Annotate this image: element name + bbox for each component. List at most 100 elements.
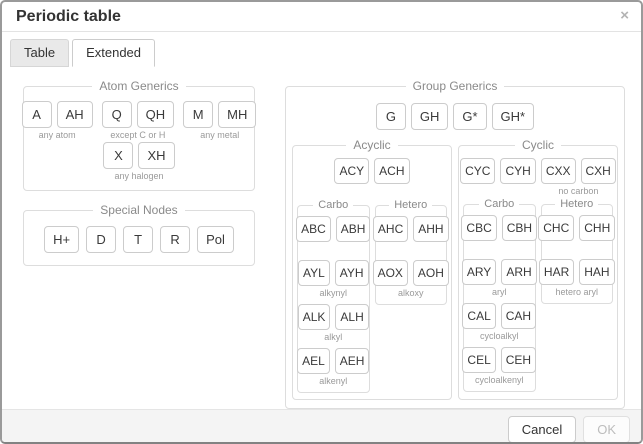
- button-caption: cycloalkyl: [480, 331, 519, 342]
- acyclic-fieldset: Acyclic ACY ACH Carbo ABC: [292, 138, 452, 400]
- btn-acy[interactable]: ACY: [334, 158, 369, 184]
- btn-chc[interactable]: CHC: [538, 215, 574, 241]
- periodic-table-dialog: Periodic table × Table Extended Atom Gen…: [0, 0, 643, 444]
- btn-ah[interactable]: AH: [57, 101, 93, 128]
- button-caption: any atom: [39, 130, 76, 141]
- cyclic-fieldset: Cyclic CYC CYH CXX: [458, 138, 618, 400]
- any-metal-group: M MH any metal: [183, 101, 256, 141]
- dialog-title: Periodic table: [16, 8, 121, 25]
- any-halogen-group: X XH any halogen: [103, 142, 174, 182]
- btn-har[interactable]: HAR: [539, 259, 574, 285]
- cyclic-legend: Cyclic: [515, 138, 561, 152]
- cancel-button[interactable]: Cancel: [508, 416, 576, 443]
- btn-ahc[interactable]: AHC: [373, 216, 408, 242]
- dialog-content: Atom Generics A AH any atom Q QH: [2, 67, 641, 409]
- btn-d[interactable]: D: [86, 226, 116, 253]
- btn-xh[interactable]: XH: [138, 142, 174, 169]
- btn-arh[interactable]: ARH: [501, 259, 536, 285]
- right-column: Group Generics G GH G* GH* Acyclic ACY A…: [285, 79, 625, 409]
- btn-cyc[interactable]: CYC: [460, 158, 495, 184]
- button-caption: alkyl: [324, 332, 342, 343]
- btn-cah[interactable]: CAH: [501, 303, 536, 329]
- btn-aox[interactable]: AOX: [373, 260, 408, 286]
- acyclic-hetero-legend: Hetero: [389, 199, 432, 211]
- close-icon[interactable]: ×: [620, 8, 629, 23]
- dialog-header: Periodic table ×: [2, 2, 641, 32]
- cyclic-hetero-fieldset: Hetero CHC CHH: [541, 198, 614, 304]
- acyclic-hetero-fieldset: Hetero AHC AHH: [375, 199, 448, 305]
- btn-t[interactable]: T: [123, 226, 153, 253]
- btn-ayl[interactable]: AYL: [298, 260, 330, 286]
- button-row: AEL AEH alkenyl: [301, 348, 366, 387]
- btn-g-star[interactable]: G*: [453, 103, 486, 130]
- group-generics-legend: Group Generics: [406, 79, 505, 93]
- special-nodes-legend: Special Nodes: [93, 203, 184, 217]
- btn-cxh[interactable]: CXH: [581, 158, 616, 184]
- btn-ceh[interactable]: CEH: [501, 347, 536, 373]
- acyclic-subcolumns: Carbo ABC ABH: [297, 199, 447, 393]
- btn-hah[interactable]: HAH: [579, 259, 614, 285]
- btn-h-plus[interactable]: H+: [44, 226, 79, 253]
- cyclic-carbo-legend: Carbo: [479, 198, 519, 210]
- button-caption: any metal: [200, 130, 239, 141]
- button-caption: no carbon: [558, 186, 598, 197]
- btn-gh[interactable]: GH: [411, 103, 449, 130]
- btn-gh-star[interactable]: GH*: [492, 103, 535, 130]
- btn-cel[interactable]: CEL: [462, 347, 495, 373]
- btn-chh[interactable]: CHH: [579, 215, 615, 241]
- btn-cbh[interactable]: CBH: [502, 215, 537, 241]
- ok-button[interactable]: OK: [583, 416, 630, 443]
- btn-m[interactable]: M: [183, 101, 213, 128]
- acyclic-top-row: ACY ACH: [297, 158, 447, 184]
- btn-aoh[interactable]: AOH: [413, 260, 449, 286]
- btn-cxx[interactable]: CXX: [541, 158, 576, 184]
- btn-pol[interactable]: Pol: [197, 226, 234, 253]
- atom-generics-fieldset: Atom Generics A AH any atom Q QH: [23, 79, 255, 191]
- dialog-footer: Cancel OK: [2, 409, 641, 444]
- btn-ahh[interactable]: AHH: [413, 216, 448, 242]
- cyclic-group: CYC CYH: [460, 158, 536, 197]
- btn-aeh[interactable]: AEH: [335, 348, 370, 374]
- atom-generics-legend: Atom Generics: [92, 79, 185, 93]
- group-generics-columns: Acyclic ACY ACH Carbo ABC: [292, 138, 618, 400]
- btn-abc[interactable]: ABC: [296, 216, 331, 242]
- btn-abh[interactable]: ABH: [336, 216, 371, 242]
- btn-cal[interactable]: CAL: [462, 303, 495, 329]
- btn-ayh[interactable]: AYH: [335, 260, 369, 286]
- btn-ary[interactable]: ARY: [462, 259, 496, 285]
- button-row: ABC ABH: [301, 216, 366, 255]
- group-generics-fieldset: Group Generics G GH G* GH* Acyclic ACY A…: [285, 79, 625, 409]
- btn-cbc[interactable]: CBC: [461, 215, 496, 241]
- btn-cyh[interactable]: CYH: [500, 158, 535, 184]
- atom-generics-row-1: A AH any atom Q QH except C or H: [30, 101, 248, 141]
- button-row: CBC CBH: [467, 215, 532, 254]
- button-row: ALK ALH alkyl: [301, 304, 366, 343]
- tab-extended[interactable]: Extended: [72, 39, 155, 67]
- btn-alh[interactable]: ALH: [335, 304, 368, 330]
- atom-generics-row-2: X XH any halogen: [30, 142, 248, 182]
- special-nodes-row: H+ D T R Pol: [30, 226, 248, 253]
- btn-ael[interactable]: AEL: [297, 348, 330, 374]
- tab-table[interactable]: Table: [10, 39, 69, 67]
- button-row: AOX AOH alkoxy: [379, 260, 444, 299]
- btn-q[interactable]: Q: [102, 101, 132, 128]
- button-row: ARY ARH aryl: [467, 259, 532, 298]
- button-caption: cycloalkenyl: [475, 375, 524, 386]
- button-caption: except C or H: [110, 130, 165, 141]
- tab-bar: Table Extended: [2, 32, 641, 67]
- btn-ach[interactable]: ACH: [374, 158, 409, 184]
- btn-g[interactable]: G: [376, 103, 406, 130]
- except-c-or-h-group: Q QH except C or H: [102, 101, 175, 141]
- button-caption: alkoxy: [398, 288, 424, 299]
- group-generics-row: G GH G* GH*: [292, 103, 618, 130]
- button-caption: any halogen: [114, 171, 163, 182]
- btn-alk[interactable]: ALK: [298, 304, 331, 330]
- button-row: CEL CEH cycloalkenyl: [467, 347, 532, 386]
- btn-x[interactable]: X: [103, 142, 133, 169]
- button-caption: alkenyl: [319, 376, 347, 387]
- btn-r[interactable]: R: [160, 226, 190, 253]
- btn-a[interactable]: A: [22, 101, 52, 128]
- btn-mh[interactable]: MH: [218, 101, 256, 128]
- btn-qh[interactable]: QH: [137, 101, 175, 128]
- cyclic-carbo-fieldset: Carbo CBC CBH: [463, 198, 536, 392]
